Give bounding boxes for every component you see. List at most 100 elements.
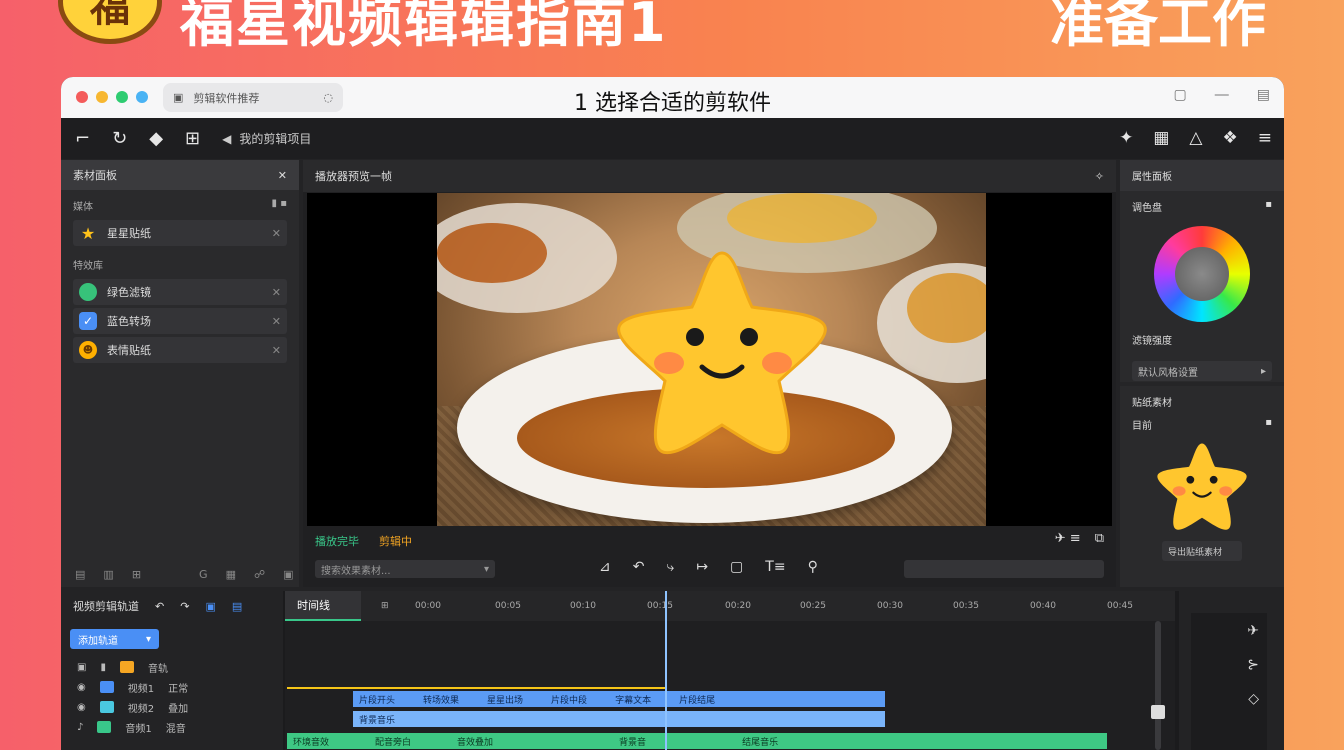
clip-label: 结尾音乐 <box>742 737 779 748</box>
add-track-button[interactable]: 添加轨道 ▾ <box>70 629 159 649</box>
timeline-tab-label: 时间线 <box>297 599 330 612</box>
tab-timeline[interactable]: 时间线 <box>285 591 361 621</box>
asset-smiley[interactable]: ☻ 表情贴纸 ✕ <box>73 337 287 363</box>
undo-icon[interactable]: ↶ <box>155 600 164 613</box>
effect-search-input[interactable]: 搜索效果素材... ▾ <box>315 560 495 578</box>
track-row: ◉ 视频1 正常 <box>61 677 283 697</box>
puzzle-icon[interactable]: ❖ <box>1223 128 1238 148</box>
clip-row1[interactable]: 片段开头 转场效果 星星出场 片段中段 字幕文本 片段结尾 <box>353 691 885 707</box>
time-ruler[interactable]: 时间线 ⊞ 00:00 00:05 00:10 00:15 00:20 00:2… <box>285 591 1175 621</box>
pointer-icon[interactable]: ✈ ≡ <box>1055 531 1081 546</box>
grid-view-icon[interactable]: ⊞ <box>132 568 141 581</box>
clip-row2[interactable]: 背景音乐 <box>353 711 885 727</box>
keyframe-icon[interactable]: ◇ <box>1248 691 1259 707</box>
assets-footer: ▤ ▥ ⊞ G ▦ ☍ ▣ <box>61 561 299 587</box>
close-icon[interactable]: ✕ <box>278 169 287 182</box>
background-bowl <box>437 203 617 313</box>
cut-icon[interactable]: ⊱ <box>1247 657 1259 673</box>
video-icon[interactable]: ◉ <box>77 682 86 693</box>
assets-panel: 素材面板 ✕ 媒体 ▮ ▪ ★ 星星贴纸 ✕ 特效库 绿色滤镜 ✕ ✓ 蓝色转场… <box>61 160 299 587</box>
text-icon[interactable]: T≡ <box>765 559 785 575</box>
effects-icon[interactable]: ✦ <box>1119 128 1133 148</box>
layout-icon[interactable]: ▤ <box>1257 87 1270 103</box>
frame-icon[interactable]: ▢ <box>730 559 743 575</box>
asset-star[interactable]: ★ 星星贴纸 ✕ <box>73 220 287 246</box>
trim-icon[interactable]: ⊿ <box>599 559 611 575</box>
section-media-label: 媒体 <box>73 202 93 213</box>
lock-icon[interactable]: ▣ <box>77 662 86 673</box>
remove-icon[interactable]: ✕ <box>272 315 281 328</box>
star-sticker-thumbnail[interactable] <box>1152 440 1252 535</box>
asset-label: 星星贴纸 <box>107 227 151 240</box>
timeline-tracks[interactable]: 时间线 ⊞ 00:00 00:05 00:10 00:15 00:20 00:2… <box>285 591 1175 750</box>
video-viewer[interactable] <box>307 193 1112 526</box>
minus-icon[interactable]: ― <box>1215 87 1229 103</box>
project-name[interactable]: ◀ 我的剪辑项目 <box>222 130 311 147</box>
fullscreen-icon[interactable]: ⧉ <box>1095 531 1104 546</box>
track-color-swatch <box>99 681 114 693</box>
video-icon[interactable]: ◉ <box>77 702 86 713</box>
audio-icon[interactable]: ♪ <box>77 722 83 733</box>
timeline-scrollbar[interactable] <box>1151 621 1165 750</box>
eye-icon[interactable]: ▮ <box>100 662 106 673</box>
copy-icon[interactable]: ▢ <box>1174 87 1187 103</box>
style-select[interactable]: 默认风格设置 ▸ <box>1132 361 1272 381</box>
timeline-header: 视频剪辑轨道 ↶ ↷ ▣ ▤ <box>61 591 283 621</box>
snap-icon[interactable]: ⊞ <box>381 601 389 611</box>
sort-icon[interactable]: G <box>199 568 208 581</box>
check-icon: ✓ <box>79 312 97 330</box>
star-character <box>617 251 827 455</box>
clip-label: 配音旁白 <box>375 737 412 748</box>
track-mode: 正常 <box>168 683 189 695</box>
toggle-icon[interactable]: ▪ <box>1265 199 1272 214</box>
list-icon[interactable]: ▤ <box>75 568 85 581</box>
ruler-tick: 00:10 <box>570 601 596 611</box>
share-icon[interactable]: △ <box>1189 128 1202 148</box>
save-icon[interactable]: ▣ <box>205 600 215 613</box>
remove-icon[interactable]: ✕ <box>272 286 281 299</box>
split-view-icon[interactable]: ▤ <box>232 600 242 613</box>
clip-label: 片段开头 <box>359 695 396 706</box>
grid-icon[interactable]: ⊞ <box>185 128 200 149</box>
rotate-icon[interactable]: ↻ <box>112 128 127 149</box>
link-icon[interactable]: ☍ <box>254 568 265 581</box>
audio-color-swatch <box>119 661 134 673</box>
preview-header: 播放器预览一帧 ✧ <box>303 160 1116 192</box>
asset-blue[interactable]: ✓ 蓝色转场 ✕ <box>73 308 287 334</box>
banner-title: 福星视频辑辑指南1 <box>180 0 668 54</box>
scrollbar-thumb[interactable] <box>1151 705 1165 719</box>
import-icon[interactable]: ▦ <box>226 568 236 581</box>
remove-icon[interactable]: ✕ <box>272 227 281 240</box>
trash-icon[interactable]: ▣ <box>283 568 293 581</box>
brand-logo: 福 <box>58 0 162 44</box>
zoom-icon[interactable]: ⚲ <box>808 559 818 575</box>
playhead[interactable] <box>665 591 667 750</box>
color-section: 属性面板 调色盘 ▪ 滤镜强度 默认风格设置 ▸ <box>1120 160 1284 382</box>
preview-panel: 播放器预览一帧 ✧ 播放完毕 剪辑中 ✈ ≡ ⧉ 搜索效果素材... ▾ ⊿ ↶… <box>303 160 1116 587</box>
pin-icon[interactable]: ✧ <box>1095 170 1104 183</box>
arrow-icon[interactable]: ↦ <box>696 559 708 575</box>
sticker-label: 目前 <box>1132 421 1152 432</box>
smiley-icon: ☻ <box>79 341 97 359</box>
project-name-label: 我的剪辑项目 <box>239 132 312 146</box>
menu-icon[interactable]: ≡ <box>1258 128 1272 148</box>
clip-row3[interactable]: 环境音效 配音旁白 音效叠加 背景音 结尾音乐 <box>287 733 1107 749</box>
redo-icon[interactable]: ↷ <box>180 600 189 613</box>
thumb-icon[interactable]: ▥ <box>103 568 113 581</box>
crop-icon[interactable]: ⌐ <box>75 128 90 149</box>
pointer-icon[interactable]: ✈ <box>1247 623 1259 639</box>
mask-icon[interactable]: ◆ <box>149 128 163 149</box>
track-header-row: ▣ ▮ 音轨 <box>61 657 283 677</box>
color-wheel[interactable] <box>1154 226 1250 322</box>
asset-green[interactable]: 绿色滤镜 ✕ <box>73 279 287 305</box>
zoom-slider[interactable] <box>904 560 1104 578</box>
undo-icon[interactable]: ↶ <box>633 559 645 575</box>
split-icon[interactable]: ⤷ <box>666 559 674 575</box>
status-orange: 剪辑中 <box>379 535 412 548</box>
remove-icon[interactable]: ✕ <box>272 344 281 357</box>
color-label: 调色盘 <box>1132 203 1162 214</box>
filter-icon[interactable]: ▦ <box>1153 128 1169 148</box>
folder-icon[interactable]: ▮ ▪ <box>272 198 287 213</box>
export-sticker-button[interactable]: 导出贴纸素材 <box>1162 541 1242 561</box>
toggle-icon[interactable]: ▪ <box>1265 417 1272 432</box>
